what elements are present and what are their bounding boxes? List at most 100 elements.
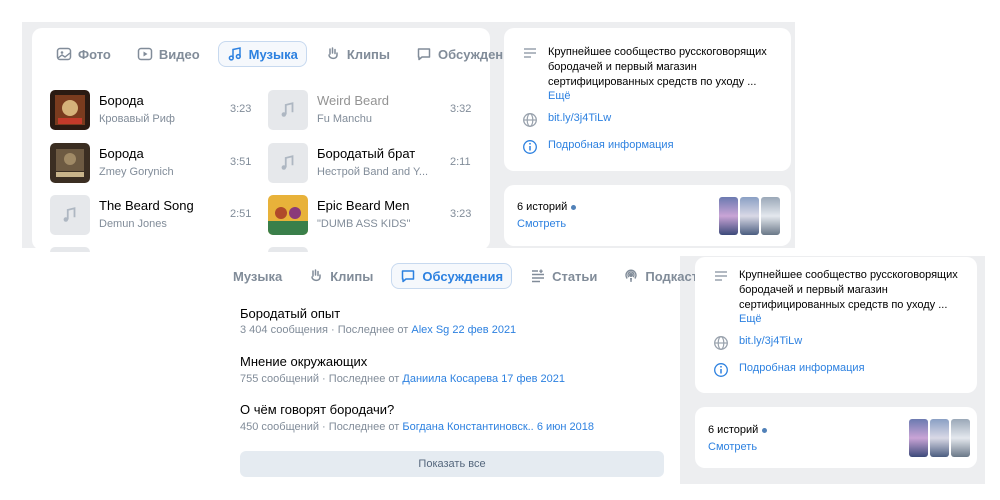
track-artist[interactable]: Demun Jones xyxy=(99,218,167,230)
stories-thumbnails[interactable] xyxy=(719,197,780,235)
info-icon xyxy=(714,363,728,377)
top-tabs: Фото Видео Музыка Клипы Обсуждения xyxy=(48,41,527,67)
music-note-icon xyxy=(281,102,294,117)
last-author[interactable]: Богдана Константиновск.. xyxy=(402,421,533,433)
tab-clips-label: Клипы xyxy=(330,268,374,284)
discussion-title[interactable]: Бородатый опыт xyxy=(240,306,340,321)
album-cover-placeholder xyxy=(50,247,90,252)
tab-video-label: Видео xyxy=(158,46,200,62)
tab-articles-label: Статьи xyxy=(552,268,598,284)
track-title: Weird Beard xyxy=(317,93,390,108)
details-link[interactable]: Подробная информация xyxy=(548,139,674,155)
last-date[interactable]: 22 фев 2021 xyxy=(452,324,516,336)
tab-clips[interactable]: Клипы xyxy=(300,263,381,289)
message-count: 450 сообщений xyxy=(240,421,319,433)
message-count: 755 сообщений xyxy=(240,373,319,385)
stories-count-text: 6 историй xyxy=(708,424,759,436)
tab-music[interactable]: Музыка xyxy=(225,263,290,289)
last-date[interactable]: 6 июн 2018 xyxy=(537,421,594,433)
album-cover-placeholder xyxy=(50,195,90,235)
video-icon xyxy=(137,47,153,61)
track-duration: 3:51 xyxy=(230,156,252,168)
tab-articles[interactable]: Статьи xyxy=(522,263,605,289)
last-prefix: Последнее от xyxy=(328,421,400,433)
meta-separator: · xyxy=(322,373,326,385)
track-title: Борода xyxy=(99,146,144,161)
track-item[interactable]: Epic Beard Men "DUMB ASS KIDS" 3:23 xyxy=(268,195,473,235)
details-row: Подробная информация xyxy=(713,362,865,378)
more-link[interactable]: Ещё xyxy=(548,90,782,102)
meta-separator: · xyxy=(322,421,326,433)
track-duration: 3:23 xyxy=(450,208,472,220)
stories-count-text: 6 историй xyxy=(517,201,568,213)
album-cover xyxy=(50,90,90,130)
tab-clips[interactable]: Клипы xyxy=(317,41,398,67)
tab-photo-label: Фото xyxy=(78,46,111,62)
link-row: bit.ly/3j4TiLw xyxy=(713,335,802,351)
stories-thumbnails[interactable] xyxy=(909,419,970,457)
meta-separator: · xyxy=(331,324,335,336)
track-artist[interactable]: Fu Manchu xyxy=(317,113,372,125)
discussion-icon xyxy=(417,48,431,61)
website-link[interactable]: bit.ly/3j4TiLw xyxy=(739,335,802,351)
album-cover xyxy=(50,143,90,183)
last-author[interactable]: Alex Sg xyxy=(411,324,449,336)
stories-watch-link[interactable]: Смотреть xyxy=(708,441,757,453)
story-thumbnail xyxy=(761,197,780,235)
last-prefix: Последнее от xyxy=(337,324,409,336)
story-thumbnail xyxy=(740,197,759,235)
track-artist[interactable]: Zmey Gorynich xyxy=(99,166,174,178)
track-item[interactable]: Борода Кровавый Риф 3:23 xyxy=(50,90,255,130)
tab-discussions[interactable]: Обсуждения xyxy=(391,263,513,289)
tab-music[interactable]: Музыка xyxy=(217,41,307,67)
tab-photo[interactable]: Фото xyxy=(48,41,119,67)
track-title: Борода xyxy=(99,93,144,108)
stories-watch-link[interactable]: Смотреть xyxy=(517,218,566,230)
info-icon xyxy=(523,140,537,154)
music-note-icon xyxy=(228,47,241,61)
show-all-button[interactable]: Показать все xyxy=(240,451,664,477)
tab-music-label: Музыка xyxy=(248,46,298,62)
album-cover-placeholder xyxy=(268,90,308,130)
track-artist[interactable]: "DUMB ASS KIDS" xyxy=(317,218,410,230)
last-author[interactable]: Даниила Косарева xyxy=(402,373,498,385)
track-item[interactable]: The Beard Song Demun Jones 2:51 xyxy=(50,195,255,235)
tab-music-label: Музыка xyxy=(233,268,283,284)
text-lines-icon xyxy=(524,48,536,58)
message-count: 3 404 сообщения xyxy=(240,324,328,336)
details-row: Подробная информация xyxy=(522,139,674,155)
track-item[interactable]: Weird Beard Fu Manchu 3:32 xyxy=(268,90,473,130)
discussion-title[interactable]: Мнение окружающих xyxy=(240,354,367,369)
track-artist[interactable]: Кровавый Риф xyxy=(99,113,175,125)
discussion-icon xyxy=(402,270,415,283)
stories-count: 6 историй xyxy=(708,424,768,436)
album-cover xyxy=(268,195,308,235)
bottom-tabs: Музыка Клипы Обсуждения Статьи Подкасты xyxy=(225,263,717,289)
website-link[interactable]: bit.ly/3j4TiLw xyxy=(548,112,611,128)
story-thumbnail xyxy=(951,419,970,457)
tab-clips-label: Клипы xyxy=(346,46,391,62)
track-title: Epic Beard Men xyxy=(317,198,410,213)
track-item[interactable]: Борода Zmey Gorynich 3:51 xyxy=(50,143,255,183)
description-row: Крупнейшее сообщество русскоговорящих бо… xyxy=(713,268,968,325)
track-title: The Beard Song xyxy=(99,198,194,213)
discussion-meta: 450 сообщений · Последнее от Богдана Кон… xyxy=(240,421,594,433)
discussion-meta: 3 404 сообщения · Последнее от Alex Sg 2… xyxy=(240,324,516,336)
unread-dot xyxy=(571,204,577,210)
globe-icon xyxy=(523,113,537,127)
last-date[interactable]: 17 фев 2021 xyxy=(501,373,565,385)
discussion-title[interactable]: О чём говорят бородачи? xyxy=(240,402,394,417)
tab-video[interactable]: Видео xyxy=(129,41,208,67)
description-row: Крупнейшее сообщество русскоговорящих бо… xyxy=(522,45,782,102)
last-prefix: Последнее от xyxy=(328,373,400,385)
discussion-meta: 755 сообщений · Последнее от Даниила Кос… xyxy=(240,373,565,385)
album-cover-placeholder xyxy=(268,247,308,252)
text-lines-icon xyxy=(715,271,727,281)
clips-icon xyxy=(328,47,338,60)
music-note-icon xyxy=(281,155,294,170)
track-item[interactable]: Бородатый брат Нестрой Band and Y... 2:1… xyxy=(268,143,473,183)
details-link[interactable]: Подробная информация xyxy=(739,362,865,378)
track-artist[interactable]: Нестрой Band and Y... xyxy=(317,166,428,178)
more-link[interactable]: Ещё xyxy=(739,313,968,325)
track-duration: 3:23 xyxy=(230,103,252,115)
